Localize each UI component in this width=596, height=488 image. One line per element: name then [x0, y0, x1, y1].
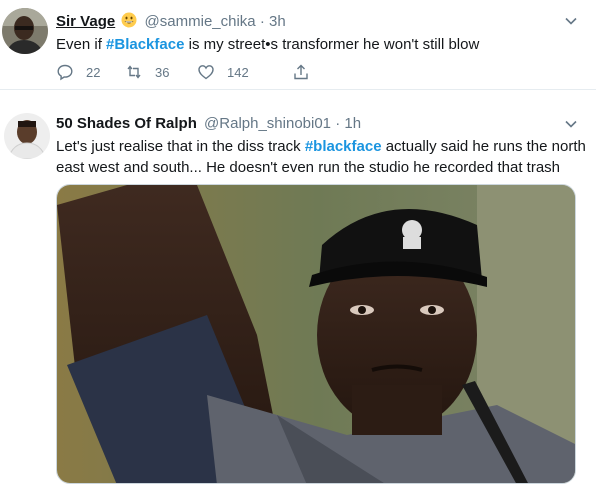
reply-icon — [57, 64, 73, 81]
tweet-header: 50 Shades Of Ralph @Ralph_shinobi01 · 1h — [56, 115, 361, 133]
separator-dot: · — [335, 115, 341, 132]
chevron-down-icon[interactable] — [564, 14, 578, 28]
retweet-count: 36 — [155, 64, 170, 80]
share-button[interactable] — [292, 63, 310, 81]
avatar[interactable] — [2, 8, 48, 54]
handle[interactable]: @Ralph_shinobi01 — [204, 115, 331, 132]
chevron-down-icon[interactable] — [564, 117, 578, 131]
tweet-text-after: is my street•s transformer he won't stil… — [184, 36, 480, 53]
avatar[interactable] — [4, 113, 50, 159]
tweet-text-before: Let's just realise that in the diss trac… — [56, 138, 305, 155]
like-button[interactable]: 142 — [197, 63, 249, 81]
tweet-header: Sir Vage @sammie_chika · 3h — [56, 12, 286, 31]
retweet-button[interactable]: 36 — [125, 63, 169, 81]
display-name[interactable]: 50 Shades Of Ralph — [56, 115, 197, 132]
tweet-text: Even if #Blackface is my street•s transf… — [56, 34, 586, 55]
like-icon — [198, 65, 214, 80]
handle[interactable]: @sammie_chika — [145, 13, 256, 30]
share-icon — [294, 64, 308, 80]
tweet-text-before: Even if — [56, 36, 107, 53]
tweet[interactable]: 50 Shades Of Ralph @Ralph_shinobi01 · 1h… — [0, 91, 596, 488]
reply-count: 22 — [86, 64, 101, 80]
tweet[interactable]: Sir Vage @sammie_chika · 3h Even if #Bla… — [0, 0, 596, 90]
grinning-face-emoji-icon — [121, 12, 137, 28]
hashtag-link[interactable]: #blackface — [305, 138, 382, 155]
tweet-media-photo[interactable] — [56, 184, 576, 484]
like-count: 142 — [227, 64, 249, 80]
display-name[interactable]: Sir Vage — [56, 13, 115, 30]
separator-dot: · — [259, 13, 265, 30]
timestamp[interactable]: 1h — [344, 115, 361, 132]
retweet-icon — [127, 65, 141, 79]
tweet-text: Let's just realise that in the diss trac… — [56, 136, 586, 178]
hashtag-link[interactable]: #Blackface — [106, 36, 184, 53]
timestamp[interactable]: 3h — [269, 13, 286, 30]
reply-button[interactable]: 22 — [56, 63, 100, 81]
